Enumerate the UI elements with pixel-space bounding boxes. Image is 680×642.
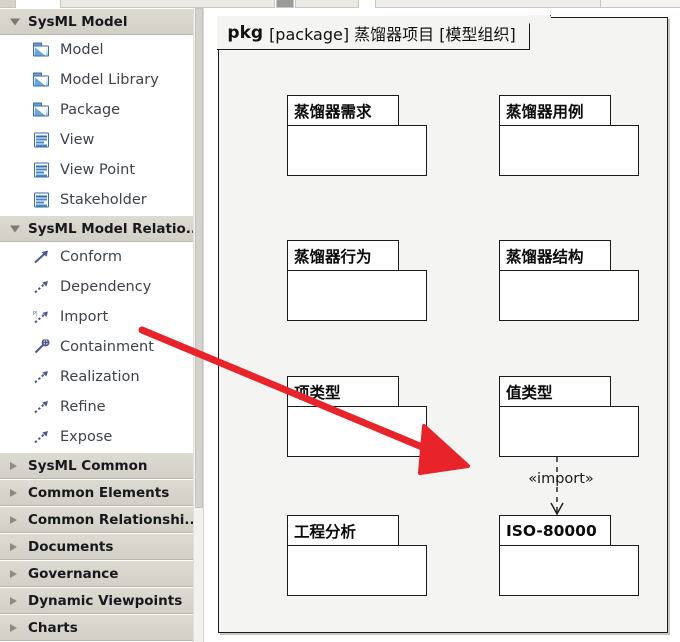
toolbar-segment: [276, 0, 294, 8]
palette-item-conform[interactable]: Conform: [0, 242, 193, 272]
dashed-arrow-icon: [33, 430, 50, 445]
palette-item-label: Expose: [60, 429, 113, 445]
palette-group-header[interactable]: SysML Common: [0, 452, 193, 479]
palette-item-realization[interactable]: Realization: [0, 362, 193, 392]
palette-item-dependency[interactable]: Dependency: [0, 272, 193, 302]
palette-panel: SysML Model Model Model Library Package View…: [0, 8, 193, 642]
palette-item-label: Dependency: [60, 279, 152, 295]
chevron-right-icon: [10, 542, 17, 551]
palette-item-model-library[interactable]: Model Library: [0, 65, 193, 95]
palette-scrollbar[interactable]: [193, 8, 204, 642]
palette-group-label: Common Elements: [28, 485, 170, 501]
chevron-right-icon: [10, 596, 17, 605]
palette-item-label: Conform: [60, 249, 122, 265]
palette-item-label: View Point: [60, 162, 136, 178]
palette-item-containment[interactable]: Containment: [0, 332, 193, 362]
folder-icon: [33, 72, 50, 88]
dashed-arrow-icon: [33, 400, 50, 415]
palette-item-label: Realization: [60, 369, 140, 385]
folder-icon: [33, 102, 50, 118]
palette-group-header[interactable]: Common Elements: [0, 479, 193, 506]
dashed-arrow-icon: [33, 370, 50, 385]
view-document-icon: [33, 162, 50, 178]
chevron-right-icon: [10, 623, 17, 632]
toolbar-segment: [60, 0, 275, 8]
palette-item-view[interactable]: View: [0, 125, 193, 155]
view-document-icon: [33, 192, 50, 208]
palette-item-label: Model Library: [60, 72, 159, 88]
chevron-right-icon: [10, 515, 17, 524]
palette-item-label: Package: [60, 102, 121, 118]
palette-item-expose[interactable]: Expose: [0, 422, 193, 452]
chevron-right-icon: [10, 461, 17, 470]
palette-item-label: Refine: [60, 399, 106, 415]
import-connector[interactable]: «import»: [219, 18, 667, 632]
palette-item-label: Import: [60, 309, 109, 325]
palette-scrollbar-thumb[interactable]: [195, 8, 203, 508]
palette-item-label: View: [60, 132, 95, 148]
palette-group-header[interactable]: Documents: [0, 533, 193, 560]
solid-arrow-icon: [33, 250, 50, 265]
palette-item-model[interactable]: Model: [0, 35, 193, 65]
dashed-arrow-icon: [33, 280, 50, 295]
palette-group-header[interactable]: Charts: [0, 614, 193, 641]
palette-group-header[interactable]: Common Relationshi...: [0, 506, 193, 533]
palette-group-label: SysML Model: [28, 14, 128, 30]
palette-group-label: Governance: [28, 566, 119, 582]
toolbar-segment: [0, 0, 16, 8]
svg-text:P|: P|: [33, 311, 38, 317]
palette-group-header[interactable]: SysML Model Relatio...: [0, 215, 193, 242]
palette-item-label: Containment: [60, 339, 154, 355]
palette-group-label: SysML Model Relatio...: [28, 221, 193, 237]
palette-group-label: Common Relationshi...: [28, 512, 193, 528]
palette-item-import[interactable]: P| Import: [0, 302, 193, 332]
application-window: SysML Model Model Model Library Package View…: [0, 0, 680, 642]
palette-group-label: SysML Common: [28, 458, 148, 474]
import-arrow-icon: P|: [33, 310, 50, 325]
palette-item-package[interactable]: Package: [0, 95, 193, 125]
connector-stereotype-label: «import»: [528, 471, 594, 487]
chevron-down-icon: [10, 225, 20, 232]
chevron-right-icon: [10, 488, 17, 497]
palette-group-header[interactable]: Governance: [0, 560, 193, 587]
diagram-pane: pkg [package] 蒸馏器项目 [模型组织] 蒸馏器需求 蒸馏器用例 蒸馏器…: [205, 8, 680, 642]
palette-item-stakeholder[interactable]: Stakeholder: [0, 185, 193, 215]
containment-icon: [33, 339, 50, 355]
palette-group-label: Charts: [28, 620, 78, 636]
toolbar-segment: [295, 0, 359, 8]
palette-group-label: Dynamic Viewpoints: [28, 593, 183, 609]
palette-group-header[interactable]: Dynamic Viewpoints: [0, 587, 193, 614]
chevron-right-icon: [10, 569, 17, 578]
diagram-frame: pkg [package] 蒸馏器项目 [模型组织] 蒸馏器需求 蒸馏器用例 蒸馏器…: [217, 16, 668, 633]
palette-item-refine[interactable]: Refine: [0, 392, 193, 422]
chevron-down-icon: [10, 18, 20, 25]
palette-item-view-point[interactable]: View Point: [0, 155, 193, 185]
palette-item-label: Model: [60, 42, 104, 58]
view-document-icon: [33, 132, 50, 148]
toolbar-segment: [600, 0, 680, 8]
palette-group-header[interactable]: SysML Model: [0, 8, 193, 35]
palette-group-label: Documents: [28, 539, 114, 555]
palette-item-label: Stakeholder: [60, 192, 147, 208]
folder-icon: [33, 42, 50, 58]
